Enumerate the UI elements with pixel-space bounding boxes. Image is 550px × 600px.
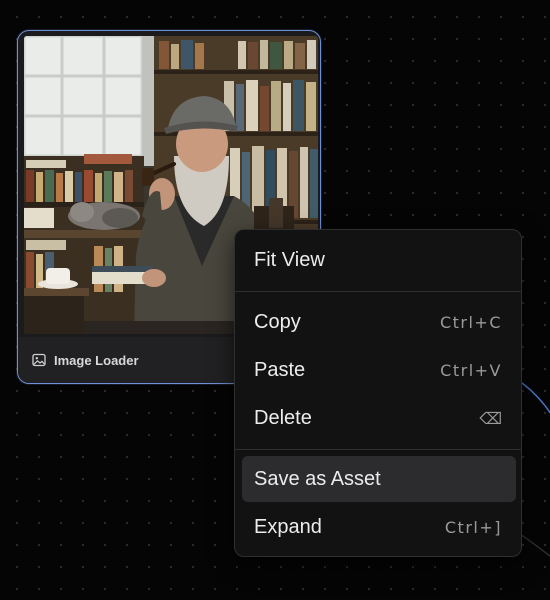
- menu-item-label: Expand: [254, 515, 322, 538]
- menu-item-save-as-asset[interactable]: Save as Asset: [242, 456, 516, 502]
- menu-item-label: Delete: [254, 406, 312, 429]
- menu-item-label: Copy: [254, 310, 301, 333]
- menu-item-label: Save as Asset: [254, 467, 381, 490]
- menu-divider: [235, 291, 521, 292]
- menu-item-shortcut: Ctrl+V: [440, 360, 502, 380]
- menu-item-fit-view[interactable]: Fit View: [242, 237, 516, 283]
- context-menu: Fit View Copy Ctrl+C Paste Ctrl+V Delete…: [234, 229, 522, 557]
- menu-item-label: Fit View: [254, 248, 325, 271]
- menu-item-delete[interactable]: Delete ⌫: [242, 395, 516, 441]
- backspace-icon: ⌫: [479, 408, 502, 428]
- image-icon: [32, 353, 46, 367]
- menu-item-expand[interactable]: Expand Ctrl+]: [242, 504, 516, 550]
- menu-item-shortcut: Ctrl+C: [439, 312, 502, 332]
- menu-item-paste[interactable]: Paste Ctrl+V: [242, 347, 516, 393]
- node-title: Image Loader: [54, 352, 139, 368]
- menu-item-copy[interactable]: Copy Ctrl+C: [242, 299, 516, 345]
- menu-item-label: Paste: [254, 358, 306, 381]
- menu-divider: [235, 449, 521, 450]
- menu-item-shortcut: Ctrl+]: [444, 517, 502, 537]
